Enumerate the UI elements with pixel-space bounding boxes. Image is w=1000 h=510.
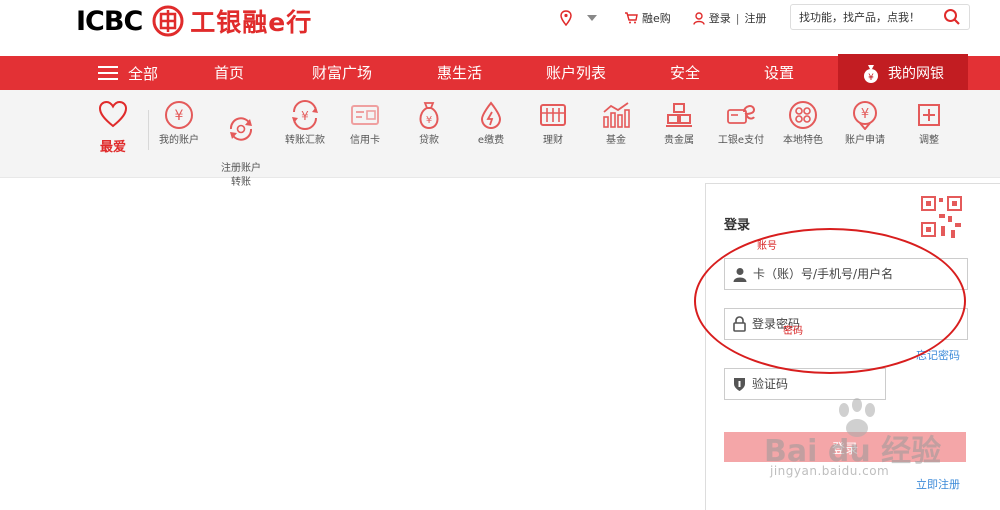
quick-loan[interactable]: ¥ 贷款 (398, 100, 460, 148)
location-selector[interactable] (560, 10, 602, 26)
svg-text:¥: ¥ (861, 107, 869, 122)
captcha-field (724, 368, 886, 400)
top-links: 融e购 登录 | 注册 (560, 0, 777, 36)
svg-text:¥: ¥ (868, 73, 874, 83)
favorites-label: 最爱 (99, 140, 126, 155)
main-nav: 全部 首页 财富广场 惠生活 账户列表 安全 设置 ¥ 我的网银 (0, 54, 1000, 92)
qr-code-icon[interactable] (921, 196, 963, 240)
search-box (790, 4, 970, 30)
quick-label: 调整 (919, 135, 939, 146)
quick-credit-card[interactable]: 信用卡 (334, 100, 396, 148)
apply-icon: ¥ (853, 101, 877, 130)
drop-icon (480, 101, 502, 130)
quick-label: 工银e支付 (717, 135, 765, 146)
icbc-logo[interactable]: ICBC 工银融e行 (76, 5, 313, 37)
epay-icon (727, 105, 756, 124)
annotation-password: 密码 (783, 326, 803, 337)
login-panel: 登录 忘记密码 登录 立即注册 (705, 183, 1000, 510)
account-field (724, 258, 968, 290)
money-bag-icon: ¥ (864, 65, 878, 83)
quick-label: e缴费 (477, 135, 505, 146)
plus-box-icon (918, 104, 940, 126)
nav-all-label: 全部 (128, 64, 159, 83)
header-register-link[interactable]: 注册 (745, 10, 767, 26)
quick-label: 本地特色 (783, 135, 823, 146)
captcha-input[interactable] (752, 377, 872, 391)
nav-my-bank[interactable]: ¥ 我的网银 (838, 54, 968, 92)
money-bag-icon: ¥ (419, 102, 439, 130)
nav-home[interactable]: 首页 (214, 56, 244, 90)
quick-label: 账户申请 (845, 135, 885, 146)
quick-precious-metals[interactable]: 贵金属 (648, 100, 710, 148)
shield-icon (734, 377, 745, 391)
account-input[interactable] (753, 267, 933, 281)
local-icon (789, 101, 817, 129)
quick-epay-bills[interactable]: e缴费 (460, 100, 522, 148)
lock-icon (733, 316, 746, 332)
yen-circle-icon: ¥ (165, 101, 193, 129)
remit-icon: ¥ (292, 100, 318, 130)
svg-text:¥: ¥ (301, 109, 309, 123)
heart-icon (98, 100, 128, 128)
quick-my-account[interactable]: ¥ 我的账户 (148, 100, 210, 148)
register-now-link[interactable]: 立即注册 (916, 476, 960, 492)
transfer-icon (229, 117, 253, 141)
search-input[interactable] (799, 6, 943, 28)
svg-text:¥: ¥ (426, 115, 432, 126)
forgot-password-link[interactable]: 忘记密码 (916, 347, 960, 363)
gold-bars-icon (666, 103, 692, 127)
hamburger-icon (98, 66, 118, 80)
location-pin-icon (560, 10, 572, 26)
svg-text:¥: ¥ (175, 108, 184, 124)
nav-security[interactable]: 安全 (670, 56, 700, 90)
quick-remittance[interactable]: ¥ 转账汇款 (274, 100, 336, 148)
cart-icon (625, 12, 638, 24)
search-icon[interactable] (943, 8, 961, 26)
nav-wealth[interactable]: 财富广场 (312, 56, 372, 90)
shop-link[interactable]: 融e购 (624, 10, 671, 26)
quick-label: 转账汇款 (285, 135, 325, 146)
logo-text: ICBC (76, 5, 143, 37)
login-register-links: 登录 | 注册 (693, 10, 767, 26)
nav-accounts[interactable]: 账户列表 (546, 56, 606, 90)
quick-access-bar: 最爱 ¥ 我的账户 注册账户 转账 ¥ 转账汇款 信用卡 ¥ 贷款 e缴费 理财… (0, 90, 1000, 188)
quick-local-features[interactable]: 本地特色 (772, 100, 834, 148)
nav-all-menu[interactable]: 全部 (98, 56, 158, 90)
chart-icon (603, 102, 630, 128)
quick-label: 贵金属 (664, 135, 694, 146)
password-input[interactable] (752, 317, 932, 331)
quick-label: 基金 (606, 135, 626, 146)
header-login-link[interactable]: 登录 (709, 10, 731, 26)
favorites[interactable]: 最爱 (96, 100, 130, 155)
quick-label: 注册账户 转账 (221, 163, 261, 188)
chevron-down-icon (587, 15, 597, 21)
link-separator: | (735, 11, 740, 25)
credit-card-icon (351, 105, 379, 125)
login-title: 登录 (724, 218, 751, 233)
password-field (724, 308, 968, 340)
logo-chinese: 工银融e行 (190, 8, 313, 37)
quick-label: 贷款 (419, 135, 439, 146)
quick-icbc-epay[interactable]: 工银e支付 (710, 100, 772, 148)
user-icon (733, 267, 747, 282)
nav-settings[interactable]: 设置 (764, 56, 794, 90)
quick-label: 我的账户 (159, 135, 199, 146)
icbc-emblem-icon (152, 5, 184, 37)
quick-account-application[interactable]: ¥ 账户申请 (834, 100, 896, 148)
nav-my-bank-label: 我的网银 (888, 66, 944, 82)
top-header: ICBC 工银融e行 融e购 登录 | 注册 找功能，找产品，点我！ (0, 0, 1000, 56)
abacus-icon (540, 104, 566, 126)
quick-wealth-management[interactable]: 理财 (522, 100, 584, 148)
quick-adjust[interactable]: 调整 (898, 100, 960, 148)
nav-life[interactable]: 惠生活 (437, 56, 482, 90)
user-icon (693, 11, 705, 25)
annotation-account: 账号 (757, 241, 777, 252)
quick-label: 理财 (543, 135, 563, 146)
shop-link-label: 融e购 (642, 12, 671, 25)
login-button[interactable]: 登录 (724, 432, 966, 462)
quick-fund[interactable]: 基金 (585, 100, 647, 148)
quick-registered-transfer[interactable]: 注册账户 转账 (210, 100, 272, 190)
quick-label: 信用卡 (350, 135, 380, 146)
